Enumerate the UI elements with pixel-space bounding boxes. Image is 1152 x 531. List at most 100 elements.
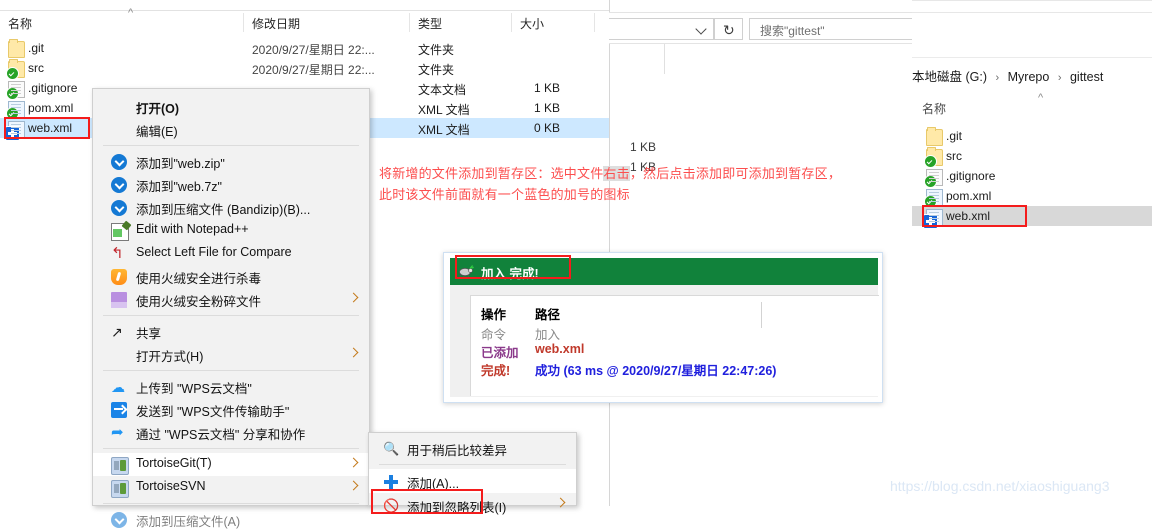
menu-separator (379, 464, 566, 465)
wps-share-icon: ➦ (111, 424, 124, 441)
menu-item-tortoisesvn[interactable]: TortoiseSVN (93, 476, 369, 499)
right-column-header: 名称 ^ (912, 92, 1152, 120)
list-item[interactable]: pom.xml (912, 186, 1152, 208)
list-item: 命令 加入 (471, 324, 879, 342)
annotation-line1-part-b: ，然后点击添加即可添加到暂存区， (629, 166, 842, 181)
column-divider[interactable] (243, 13, 244, 32)
column-divider[interactable] (594, 13, 595, 32)
menu-item-tortoisegit[interactable]: TortoiseGit(T) (93, 453, 369, 476)
plus-icon (383, 474, 399, 490)
column-header-type[interactable]: 类型 (418, 15, 442, 32)
file-size: 1 KB (533, 101, 560, 115)
column-divider[interactable] (409, 13, 410, 32)
column-header-name[interactable]: 名称 (922, 100, 946, 117)
search-box[interactable]: 搜索"gittest" (749, 18, 912, 40)
background-address-bar: ↻ 搜索"gittest" (609, 12, 912, 44)
menu-item-label: 通过 "WPS云文档" 分享和协作 (136, 428, 306, 442)
row-path: web.xml (535, 342, 585, 356)
file-name: pom.xml (946, 189, 992, 203)
tortoisegit-submenu[interactable]: 🔍 用于稍后比较差异 添加(A)... 🚫 添加到忽略列表(I) (368, 432, 577, 515)
bandizip-icon (111, 200, 127, 216)
submenu-item-add-to-ignore-list[interactable]: 🚫 添加到忽略列表(I) (369, 493, 576, 517)
left-explorer-toolbar (0, 0, 609, 11)
row-path: 成功 (63 ms @ 2020/9/27/星期日 22:47:26) (535, 364, 777, 378)
menu-item-label: TortoiseGit(T) (136, 456, 212, 470)
breadcrumb[interactable]: 本地磁盘 (G:) › Myrepo › gittest (912, 66, 1152, 86)
menu-item-share[interactable]: ↗ 共享 (93, 320, 369, 343)
row-path: 加入 (535, 328, 561, 342)
folder-icon (6, 59, 25, 80)
sort-ascending-icon: ^ (1038, 92, 1044, 104)
menu-item-add-to-archive[interactable]: 添加到压缩文件(A) (93, 508, 369, 531)
column-header-date[interactable]: 修改日期 (252, 15, 300, 32)
list-item[interactable]: .git (912, 126, 1152, 146)
breadcrumb-item-gittest[interactable]: gittest (1070, 70, 1103, 84)
context-menu[interactable]: 打开(O) 编辑(E) 添加到"web.zip" 添加到"web.7z" 添加到… (92, 88, 370, 529)
menu-item-huorong-scan[interactable]: 使用火绒安全进行杀毒 (93, 265, 369, 288)
menu-item-select-left-file-for-compare[interactable]: ↰ Select Left File for Compare (93, 242, 369, 265)
git-added-plus-icon (923, 214, 938, 229)
menu-item-label: 添加(A)... (407, 477, 460, 491)
menu-item-edit-with-notepadpp[interactable]: Edit with Notepad++ (93, 219, 369, 242)
menu-item-edit[interactable]: 编辑(E) (93, 118, 369, 141)
file-type: XML 文档 (418, 103, 470, 117)
file-name: .gitignore (28, 81, 78, 95)
bandizip-icon (111, 177, 127, 193)
annotation-line-1: 将新增的文件添加到暂存区：选中文件右击，然后点击添加即可添加到暂存区， (379, 163, 904, 184)
menu-item-wps-send[interactable]: 发送到 "WPS文件传输助手" (93, 398, 369, 421)
tortoisegit-icon (459, 265, 474, 278)
table-row[interactable]: src 2020/9/27/星期日 22:... 文件夹 (0, 58, 609, 80)
submenu-item-add[interactable]: 添加(A)... (369, 469, 576, 493)
chevron-down-icon[interactable] (695, 23, 707, 35)
menu-item-label: 发送到 "WPS文件传输助手" (136, 405, 290, 419)
sort-ascending-icon: ^ (128, 7, 134, 19)
table-row[interactable]: .git 2020/9/27/星期日 22:... 文件夹 (0, 38, 609, 58)
column-header-name[interactable]: 名称 (8, 15, 32, 32)
column-header-size[interactable]: 大小 (520, 15, 544, 32)
xml-document-icon (924, 189, 943, 208)
watermark: https://blog.csdn.net/xiaoshiguang3 (890, 478, 1110, 494)
notepadpp-icon (111, 223, 129, 241)
menu-item-open[interactable]: 打开(O) (93, 95, 369, 118)
magnify-icon: 🔍 (383, 441, 400, 456)
submenu-item-diff-later[interactable]: 🔍 用于稍后比较差异 (369, 436, 576, 460)
dialog-header: 加入 完成! (450, 258, 878, 285)
menu-separator (103, 448, 359, 449)
shredder-icon (111, 292, 127, 308)
menu-item-huorong-shred[interactable]: 使用火绒安全粉碎文件 (93, 288, 369, 311)
breadcrumb-separator-icon: › (1057, 72, 1062, 84)
breadcrumb-item-drive[interactable]: 本地磁盘 (G:) (912, 70, 987, 84)
menu-item-add-to-web-zip[interactable]: 添加到"web.zip" (93, 150, 369, 173)
wps-upload-icon: ☁ (111, 379, 125, 395)
menu-item-label: 用于稍后比较差异 (407, 444, 508, 458)
menu-item-label: 打开(O) (136, 102, 180, 116)
file-type: 文本文档 (418, 83, 467, 97)
menu-item-add-to-archive-bandizip[interactable]: 添加到压缩文件 (Bandizip)(B)... (93, 196, 369, 219)
menu-item-label: 上传到 "WPS云文档" (136, 382, 252, 396)
list-item[interactable]: web.xml (912, 206, 1152, 229)
menu-item-wps-upload[interactable]: ☁ 上传到 "WPS云文档" (93, 375, 369, 398)
menu-item-add-to-web-7z[interactable]: 添加到"web.7z" (93, 173, 369, 196)
background-column-divider (664, 44, 665, 74)
chevron-right-icon (348, 457, 359, 468)
list-item[interactable]: src (912, 146, 1152, 168)
bandizip-icon (111, 154, 127, 170)
menu-item-wps-share-collab[interactable]: ➦ 通过 "WPS云文档" 分享和协作 (93, 421, 369, 444)
column-divider[interactable] (511, 13, 512, 32)
chevron-right-icon (348, 347, 359, 358)
menu-item-open-with[interactable]: 打开方式(H) (93, 343, 369, 366)
list-item: 已添加 web.xml (471, 342, 879, 360)
list-item[interactable]: .gitignore (912, 166, 1152, 188)
tortoise-icon (111, 457, 129, 475)
menu-item-label: 编辑(E) (136, 125, 178, 139)
menu-item-label: 添加到压缩文件(A) (136, 515, 241, 529)
menu-item-label: 添加到"web.zip" (136, 157, 225, 171)
menu-item-label: 添加到"web.7z" (136, 180, 222, 194)
refresh-button[interactable]: ↻ (714, 18, 743, 40)
address-path-box[interactable] (609, 18, 714, 40)
ignore-icon: 🚫 (383, 498, 400, 513)
annotation-line-2: 此时该文件前面就有一个蓝色的加号的图标 (379, 187, 630, 202)
share-icon: ↗ (111, 324, 123, 340)
breadcrumb-item-myrepo[interactable]: Myrepo (1008, 70, 1050, 84)
background-file-size: 1 KB (629, 140, 656, 154)
